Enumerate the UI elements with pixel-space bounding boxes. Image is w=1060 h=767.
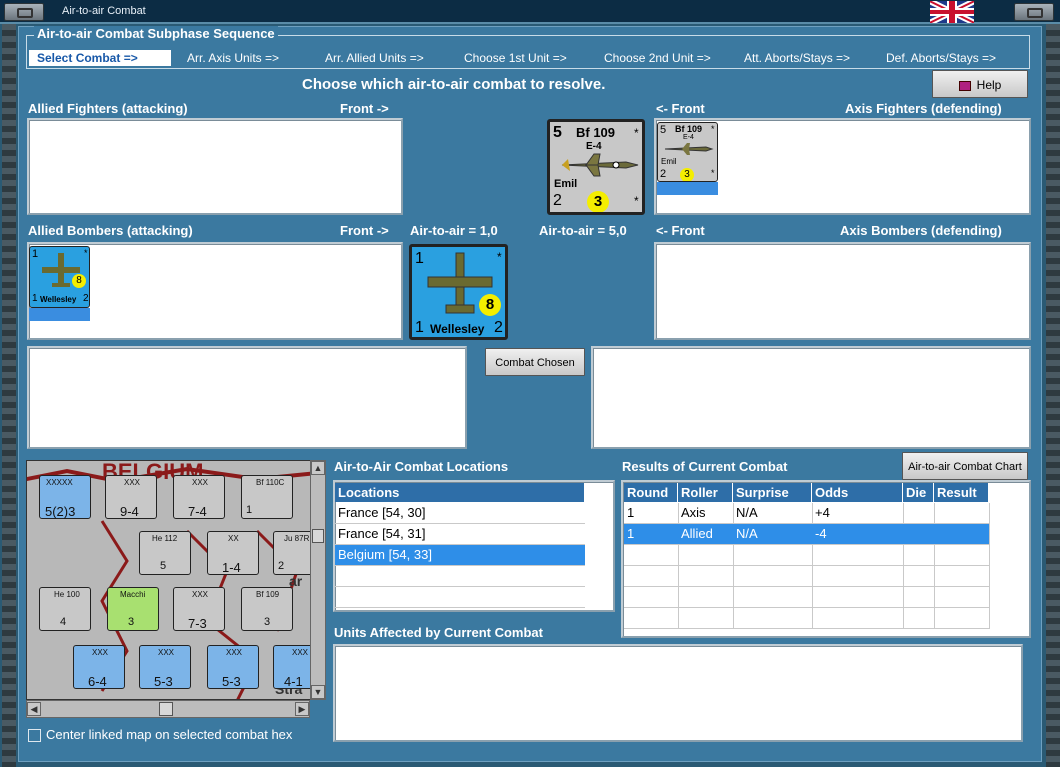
linked-map[interactable]: BELGIUM Stra ar XXXXX 5(2)3 XXX 9-4 XXX 7-4…: [26, 460, 311, 700]
axis-fighters-label: Axis Fighters (defending): [845, 101, 1002, 116]
result-cell: Axis: [681, 505, 706, 520]
window-menu-button[interactable]: [4, 3, 44, 21]
allied-bombers-label: Allied Bombers (attacking): [28, 223, 193, 238]
map-unit[interactable]: XXX 7-4: [173, 475, 225, 519]
wellesley-large-counter[interactable]: 1 * 8 1 Wellesley 2: [409, 244, 508, 340]
map-unit[interactable]: Macchi 3: [107, 587, 159, 631]
scroll-down-icon[interactable]: ▼: [311, 685, 325, 699]
results-title: Results of Current Combat: [622, 459, 788, 474]
map-unit[interactable]: Bf 110C 1: [241, 475, 293, 519]
allied-fighters-box[interactable]: [27, 118, 403, 215]
bf109-plane-icon: [561, 153, 639, 177]
map-unit[interactable]: XXX 6-4: [73, 645, 125, 689]
center-map-checkbox[interactable]: [28, 729, 41, 742]
locations-header[interactable]: Locations: [335, 483, 585, 502]
right-border: [1046, 24, 1060, 767]
uk-flag-icon: [930, 1, 974, 23]
scroll-left-icon[interactable]: ◀: [27, 702, 41, 716]
bf109-large-counter[interactable]: 5 Bf 109 * E-4 Emil 2 3 *: [547, 119, 645, 215]
results-header[interactable]: Result: [934, 483, 989, 502]
scroll-right-icon[interactable]: ▶: [295, 702, 309, 716]
seq-def-aborts: Def. Aborts/Stays =>: [886, 51, 997, 65]
front-label-2: <- Front: [656, 101, 705, 116]
result-cell: 1: [627, 505, 635, 520]
title-bar[interactable]: Air-to-air Combat: [0, 0, 1060, 24]
allied-fighters-label: Allied Fighters (attacking): [28, 101, 188, 116]
axis-bombers-label: Axis Bombers (defending): [840, 223, 1002, 238]
wellesley-selection-strip: [29, 308, 90, 321]
scroll-up-icon[interactable]: ▲: [311, 461, 325, 475]
help-button[interactable]: Help: [932, 70, 1028, 98]
result-cell: N/A: [736, 526, 758, 541]
seq-choose-2nd: Choose 2nd Unit =>: [604, 51, 711, 65]
map-unit[interactable]: He 100 4: [39, 587, 91, 631]
results-header[interactable]: Round: [624, 483, 678, 502]
allied-combat-box[interactable]: [27, 346, 467, 449]
location-row[interactable]: Belgium [54, 33]: [335, 545, 585, 565]
map-unit[interactable]: XXXXX 5(2)3: [39, 475, 91, 519]
seq-arr-allied: Arr. Allied Units =>: [325, 51, 424, 65]
results-header[interactable]: Roller: [678, 483, 733, 502]
front-label-4: <- Front: [656, 223, 705, 238]
front-label-3: Front ->: [340, 223, 389, 238]
results-header[interactable]: Die: [903, 483, 934, 502]
sequence-legend: Air-to-air Combat Subphase Sequence: [34, 26, 278, 41]
map-vertical-scrollbar[interactable]: ▲ ▼: [310, 460, 326, 700]
maximize-button[interactable]: [1014, 3, 1054, 21]
combat-chart-button[interactable]: Air-to-air Combat Chart: [902, 452, 1028, 480]
map-unit[interactable]: Bf 109 3: [241, 587, 293, 631]
map-unit[interactable]: He 112 5: [139, 531, 191, 575]
map-unit[interactable]: XXX 7-3: [173, 587, 225, 631]
seq-choose-1st: Choose 1st Unit =>: [464, 51, 567, 65]
help-book-icon: [958, 80, 971, 91]
map-unit[interactable]: XXX 4-1: [273, 645, 310, 689]
axis-air-to-air: Air-to-air = 5,0: [539, 223, 627, 238]
map-unit[interactable]: XXX 9-4: [105, 475, 157, 519]
location-row[interactable]: France [54, 30]: [335, 503, 585, 523]
result-cell: -4: [815, 526, 827, 541]
location-row[interactable]: France [54, 31]: [335, 524, 585, 544]
prompt-text: Choose which air-to-air combat to resolv…: [302, 76, 606, 93]
results-header[interactable]: Odds: [812, 483, 903, 502]
horizontal-scroll-thumb[interactable]: [159, 702, 173, 716]
result-cell: +4: [815, 505, 830, 520]
bf109-small-counter[interactable]: 5 Bf 109 * E-4 Emil 2 3 *: [657, 122, 718, 182]
axis-bombers-box[interactable]: [654, 242, 1031, 340]
result-cell: Allied: [681, 526, 713, 541]
combat-chosen-button[interactable]: Combat Chosen: [485, 348, 585, 376]
map-unit[interactable]: XXX 5-3: [139, 645, 191, 689]
locations-title: Air-to-Air Combat Locations: [334, 459, 509, 474]
map-unit[interactable]: XX 1-4: [207, 531, 259, 575]
units-affected-box[interactable]: [333, 644, 1023, 742]
seq-att-aborts: Att. Aborts/Stays =>: [744, 51, 851, 65]
front-label-1: Front ->: [340, 101, 389, 116]
axis-combat-box[interactable]: [591, 346, 1031, 449]
seq-arr-axis: Arr. Axis Units =>: [187, 51, 280, 65]
map-horizontal-scrollbar[interactable]: ◀ ▶: [26, 700, 310, 718]
map-unit[interactable]: Ju 87R 2: [273, 531, 310, 575]
center-map-label: Center linked map on selected combat hex: [46, 727, 293, 742]
result-cell: N/A: [736, 505, 758, 520]
vertical-scroll-thumb[interactable]: [312, 529, 324, 543]
results-header[interactable]: Surprise: [733, 483, 812, 502]
bf109-selection-strip: [657, 182, 718, 195]
map-unit[interactable]: XXX 5-3: [207, 645, 259, 689]
left-border: [2, 24, 16, 767]
wellesley-small-counter[interactable]: 1 * 8 1 Wellesley 2: [29, 246, 90, 308]
window-title: Air-to-air Combat: [62, 5, 146, 17]
units-affected-title: Units Affected by Current Combat: [334, 625, 543, 640]
allied-air-to-air: Air-to-air = 1,0: [410, 223, 498, 238]
result-cell: 1: [627, 526, 635, 541]
seq-select-combat: Select Combat =>: [29, 50, 171, 66]
